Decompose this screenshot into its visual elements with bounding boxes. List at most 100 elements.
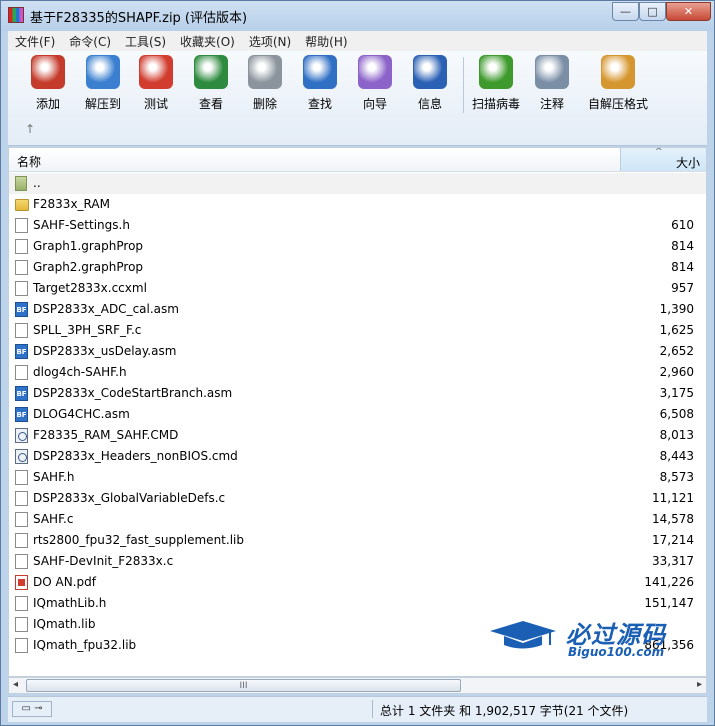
file-name: DO AN.pdf [33, 575, 96, 589]
asm-file-icon: BF [15, 344, 28, 359]
asm-file-icon: BF [15, 386, 28, 401]
file-name: SAHF-DevInit_F2833x.c [33, 554, 174, 568]
horizontal-scrollbar[interactable]: ◂ III ▸ [8, 677, 707, 694]
file-row[interactable]: F2833x_RAM [9, 194, 706, 215]
menu-file[interactable]: 文件(F) [8, 33, 62, 50]
minimize-button[interactable]: — [612, 2, 639, 21]
column-size-header[interactable]: ^ 大小 [620, 148, 706, 171]
file-name: SAHF-Settings.h [33, 218, 130, 232]
file-row[interactable]: F28335_RAM_SAHF.CMD 8,013 [9, 425, 706, 446]
menu-options[interactable]: 选项(N) [242, 33, 298, 50]
column-name-header[interactable]: 名称 [17, 153, 41, 170]
file-size: 1,390 [659, 302, 694, 316]
file-row[interactable]: BF DSP2833x_ADC_cal.asm 1,390 [9, 299, 706, 320]
scroll-thumb[interactable]: III [26, 679, 461, 692]
file-row[interactable]: SAHF.c 14,578 [9, 509, 706, 530]
menu-favorites[interactable]: 收藏夹(O) [173, 33, 242, 50]
file-size: 17,214 [652, 533, 694, 547]
file-row[interactable]: DSP2833x_GlobalVariableDefs.c 11,121 [9, 488, 706, 509]
file-row[interactable]: rts2800_fpu32_fast_supplement.lib 17,214 [9, 530, 706, 551]
drive-key-icon: ▭ ⊸ [12, 701, 52, 717]
menu-tools[interactable]: 工具(S) [118, 33, 173, 50]
file-name: rts2800_fpu32_fast_supplement.lib [33, 533, 244, 547]
file-row[interactable]: .. [9, 173, 706, 194]
file-icon [15, 365, 28, 380]
scroll-left-icon[interactable]: ◂ [13, 679, 18, 690]
file-row[interactable]: DSP2833x_Headers_nonBIOS.cmd 8,443 [9, 446, 706, 467]
toolbar-button-label: 向导 [362, 97, 387, 111]
toolbar-button-8[interactable]: 扫描病毒 [468, 55, 524, 115]
file-name: SAHF.c [33, 512, 74, 526]
file-icon [15, 512, 28, 527]
menu-help[interactable]: 帮助(H) [298, 33, 354, 50]
file-row[interactable]: Graph1.graphProp 814 [9, 236, 706, 257]
test-clipboard-icon [139, 55, 173, 89]
asm-file-icon: BF [15, 407, 28, 422]
file-name: .. [33, 176, 41, 190]
window-title: 基于F28335的SHAPF.zip (评估版本) [30, 11, 248, 26]
delete-trash-icon [248, 55, 282, 89]
file-icon [15, 470, 28, 485]
file-row[interactable]: SAHF-Settings.h 610 [9, 215, 706, 236]
file-row[interactable]: SPLL_3PH_SRF_F.c 1,625 [9, 320, 706, 341]
menu-command[interactable]: 命令(C) [62, 33, 118, 50]
file-size: 610 [671, 218, 694, 232]
archive-window: 基于F28335的SHAPF.zip (评估版本) — □ ✕ 文件(F) 命令… [0, 0, 715, 726]
file-row[interactable]: SAHF.h 8,573 [9, 467, 706, 488]
winrar-app-icon [8, 7, 24, 23]
file-name: IQmath.lib [33, 617, 96, 631]
menu-bar: 文件(F) 命令(C) 工具(S) 收藏夹(O) 选项(N) 帮助(H) [8, 31, 707, 51]
toolbar-button-7[interactable]: 信息 [402, 55, 458, 115]
file-name: DLOG4CHC.asm [33, 407, 130, 421]
file-size: 33,317 [652, 554, 694, 568]
toolbar-button-5[interactable]: 查找 [292, 55, 348, 115]
file-name: IQmathLib.h [33, 596, 107, 610]
pdf-file-icon [15, 575, 28, 590]
virus-scan-icon [479, 55, 513, 89]
file-list[interactable]: 名称 ^ 大小 .. F2833x_RAM SAHF-Settings.h 610 Gr… [8, 147, 707, 677]
watermark-url: Biguo100.com [568, 645, 665, 659]
scroll-right-icon[interactable]: ▸ [697, 679, 702, 690]
file-icon [15, 218, 28, 233]
file-name: DSP2833x_Headers_nonBIOS.cmd [33, 449, 238, 463]
file-size: 8,573 [659, 470, 694, 484]
file-icon [15, 596, 28, 611]
file-size: 2,960 [659, 365, 694, 379]
toolbar-button-label: 注释 [539, 97, 564, 111]
file-name: Graph1.graphProp [33, 239, 144, 253]
list-header: 名称 ^ 大小 [9, 148, 706, 172]
toolbar-button-9[interactable]: 注释 [524, 55, 580, 115]
file-icon [15, 617, 28, 632]
file-row[interactable]: IQmathLib.h 151,147 [9, 593, 706, 614]
file-icon [15, 491, 28, 506]
file-size: 8,443 [659, 449, 694, 463]
toolbar-button-label: 删除 [252, 97, 277, 111]
file-row[interactable]: BF DLOG4CHC.asm 6,508 [9, 404, 706, 425]
toolbar-button-10[interactable]: 自解压格式 [583, 55, 653, 115]
file-row[interactable]: Graph2.graphProp 814 [9, 257, 706, 278]
toolbar-button-4[interactable]: 删除 [237, 55, 293, 115]
file-row[interactable]: BF DSP2833x_usDelay.asm 2,652 [9, 341, 706, 362]
sort-ascending-icon: ^ [655, 147, 663, 157]
file-name: dlog4ch-SAHF.h [33, 365, 127, 379]
status-text: 总计 1 文件夹 和 1,902,517 字节(21 个文件) [380, 704, 629, 718]
toolbar-button-2[interactable]: 测试 [128, 55, 184, 115]
file-row[interactable]: Target2833x.ccxml 957 [9, 278, 706, 299]
toolbar-button-1[interactable]: 解压到 [75, 55, 131, 115]
toolbar: 添加 解压到 测试 查看 删除 查找 向导 信息 扫描病毒 注释 自解压格式 ↑ [8, 51, 707, 146]
file-row[interactable]: SAHF-DevInit_F2833x.c 33,317 [9, 551, 706, 572]
up-level-arrow-icon[interactable]: ↑ [25, 122, 35, 136]
file-name: Target2833x.ccxml [33, 281, 147, 295]
parent-folder-icon [15, 176, 27, 191]
close-button[interactable]: ✕ [666, 2, 711, 21]
file-row[interactable]: BF DSP2833x_CodeStartBranch.asm 3,175 [9, 383, 706, 404]
toolbar-button-6[interactable]: 向导 [347, 55, 403, 115]
file-row[interactable]: dlog4ch-SAHF.h 2,960 [9, 362, 706, 383]
view-book-icon [194, 55, 228, 89]
file-row[interactable]: DO AN.pdf 141,226 [9, 572, 706, 593]
maximize-button[interactable]: □ [639, 2, 666, 21]
column-size-label: 大小 [675, 156, 700, 170]
toolbar-button-3[interactable]: 查看 [183, 55, 239, 115]
toolbar-button-0[interactable]: 添加 [20, 55, 76, 115]
title-bar[interactable]: 基于F28335的SHAPF.zip (评估版本) — □ ✕ [1, 1, 714, 31]
